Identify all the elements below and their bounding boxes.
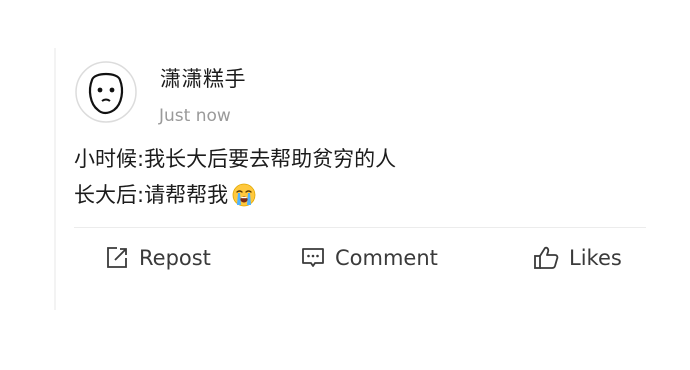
comment-icon (300, 245, 326, 271)
likes-label: Likes (569, 246, 622, 270)
sad-face-icon (75, 61, 137, 123)
avatar[interactable] (74, 60, 138, 124)
username[interactable]: 潇潇糕手 (160, 66, 246, 92)
thumbs-up-icon (532, 244, 560, 272)
post-text-line-2: 长大后:请帮帮我 (74, 182, 256, 213)
post-text-line-1: 小时候:我长大后要去帮助贫穷的人 (74, 147, 397, 171)
repost-label: Repost (139, 246, 211, 270)
comment-label: Comment (335, 246, 438, 270)
repost-icon (104, 245, 130, 271)
repost-button[interactable]: Repost (104, 243, 211, 273)
post-text-line-2-text: 长大后:请帮帮我 (74, 183, 229, 207)
post-divider (74, 227, 646, 228)
likes-button[interactable]: Likes (532, 243, 622, 273)
loudly-crying-face-icon (232, 183, 256, 213)
post-timestamp: Just now (159, 106, 231, 126)
comment-button[interactable]: Comment (300, 243, 438, 273)
